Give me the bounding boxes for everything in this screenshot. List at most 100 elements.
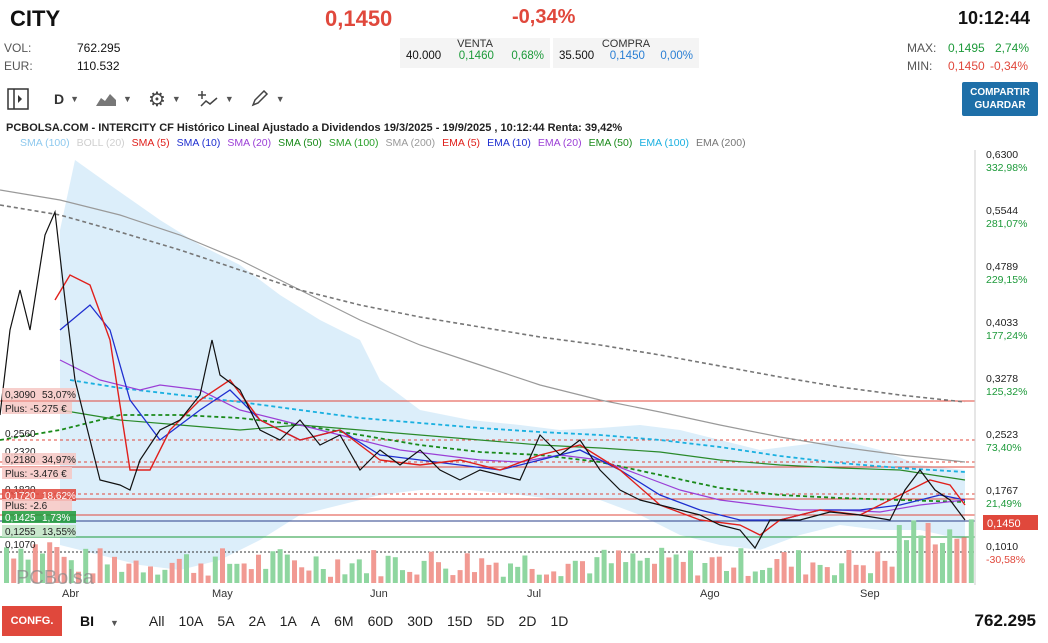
left-pct-label: 53,07% <box>42 390 76 401</box>
volume-bar <box>925 522 931 583</box>
volume-bar <box>464 553 470 583</box>
volume-bar <box>623 562 629 583</box>
volume-bar <box>515 566 521 583</box>
legend-item[interactable]: SMA (5) <box>132 137 170 149</box>
volume-bar <box>148 566 153 583</box>
quote-time: 10:12:44 <box>957 8 1030 28</box>
legend-item[interactable]: EMA (10) <box>487 137 531 149</box>
volume-bar <box>270 551 276 583</box>
volume-bar <box>709 557 715 583</box>
range-button[interactable]: 15D <box>447 613 473 629</box>
volume-bar <box>932 544 938 583</box>
share-save-button[interactable]: COMPARTIR GUARDAR <box>962 82 1038 116</box>
volume-bar <box>551 571 557 583</box>
legend-item[interactable]: EMA (200) <box>696 137 746 149</box>
pencil-icon <box>251 90 268 107</box>
volume-bar <box>443 568 449 583</box>
save-label: GUARDAR <box>974 100 1026 111</box>
volume-bar <box>220 548 225 583</box>
settings-select[interactable]: ⚙ ▼ <box>148 87 181 112</box>
range-button[interactable]: 2A <box>249 613 266 629</box>
legend-item[interactable]: SMA (100) <box>329 137 379 149</box>
volume-bar <box>392 557 398 583</box>
volume-bar <box>716 556 722 583</box>
left-pct-label: 1,73% <box>42 513 70 524</box>
month-axis: Abr May Jun Jul Ago Sep <box>62 588 880 600</box>
volume-bar <box>745 575 751 583</box>
panel-toggle-button[interactable] <box>6 87 30 111</box>
left-price-label: Plus: -3.476 € <box>5 469 67 480</box>
volume-bar <box>637 560 643 583</box>
range-button[interactable]: 5A <box>217 613 234 629</box>
indicators-select[interactable]: ▼ <box>197 90 234 108</box>
right-axis: 0,6300332,98% 0,5544281,07% 0,4789229,15% 0… <box>986 150 1027 566</box>
max-pct: 2,74% <box>995 41 1030 55</box>
buy-title: COMPRA <box>601 38 651 50</box>
range-button[interactable]: A <box>311 613 320 629</box>
volume-bar <box>889 566 895 583</box>
chevron-down-icon: ▼ <box>123 94 132 104</box>
chart-type-select[interactable]: ▼ <box>95 91 132 107</box>
axis-pct-label: 281,07% <box>986 218 1027 230</box>
volume-bar <box>457 570 463 583</box>
month-label: Jun <box>370 588 388 600</box>
volume-bar <box>140 572 146 583</box>
panel-toggle-icon <box>7 88 29 110</box>
volume-bar <box>284 554 290 583</box>
range-button[interactable]: 60D <box>368 613 394 629</box>
volume-bar <box>342 574 348 583</box>
draw-tools-select[interactable]: ▼ <box>250 90 285 108</box>
legend-item[interactable]: BOLL (20) <box>77 137 125 149</box>
legend-item[interactable]: EMA (50) <box>589 137 633 149</box>
range-button[interactable]: 2D <box>519 613 537 629</box>
min-label: MIN: <box>907 59 933 73</box>
left-price-label: Plus: -2.6 <box>5 501 48 512</box>
ticker-symbol: CITY <box>10 6 61 31</box>
range-button[interactable]: 10A <box>178 613 203 629</box>
volume-bar <box>853 564 859 583</box>
volume-bar <box>97 548 103 583</box>
volume-bar <box>968 519 974 583</box>
bi-select[interactable]: BI ▼ <box>80 613 119 629</box>
axis-pct-label: -30,58% <box>986 554 1025 566</box>
range-button[interactable]: 30D <box>407 613 433 629</box>
range-button[interactable]: 1A <box>280 613 297 629</box>
legend-item[interactable]: SMA (20) <box>227 137 271 149</box>
price-change: -0,34% <box>512 6 576 28</box>
axis-price-label: 0,6300 <box>986 150 1018 161</box>
volume-bar <box>731 567 737 583</box>
volume-bar <box>544 574 549 583</box>
legend-item[interactable]: SMA (10) <box>177 137 221 149</box>
volume-bar <box>320 568 326 583</box>
legend-item[interactable]: SMA (50) <box>278 137 322 149</box>
volume-bar <box>904 540 909 583</box>
axis-price-label: 0,2523 <box>986 429 1018 441</box>
month-label: Jul <box>527 588 541 600</box>
legend-item[interactable]: EMA (100) <box>639 137 689 149</box>
left-price-label: Plus: -5.275 € <box>5 404 67 415</box>
legend-item[interactable]: SMA (100) <box>20 137 70 149</box>
range-button[interactable]: 6M <box>334 613 353 629</box>
axis-price-label: 0,4033 <box>986 317 1018 329</box>
price-chart[interactable]: 0,6300332,98% 0,5544281,07% 0,4789229,15% 0… <box>0 150 1048 600</box>
area-chart-icon <box>96 94 117 106</box>
range-button[interactable]: All <box>149 613 165 629</box>
config-button[interactable]: CONFG. <box>2 606 62 636</box>
axis-pct-label: 21,49% <box>986 498 1022 510</box>
sell-qty: 40.000 <box>406 50 442 62</box>
legend-item[interactable]: EMA (5) <box>442 137 480 149</box>
range-button[interactable]: 5D <box>487 613 505 629</box>
legend-item[interactable]: SMA (200) <box>386 137 436 149</box>
chevron-down-icon: ▼ <box>224 94 234 104</box>
volume-bar <box>234 563 240 583</box>
range-button[interactable]: 1D <box>550 613 568 629</box>
volume-bar <box>810 562 816 583</box>
indicator-legend: SMA (100) BOLL (20) SMA (5) SMA (10) SMA (20… <box>20 137 746 149</box>
max-value: 0,1495 <box>948 41 985 55</box>
volume-bar <box>407 571 413 583</box>
month-label: Sep <box>860 588 880 600</box>
period-select[interactable]: D ▼ <box>54 91 79 107</box>
volume-bar <box>493 562 499 583</box>
legend-item[interactable]: EMA (20) <box>538 137 582 149</box>
volume-bar <box>198 563 204 583</box>
